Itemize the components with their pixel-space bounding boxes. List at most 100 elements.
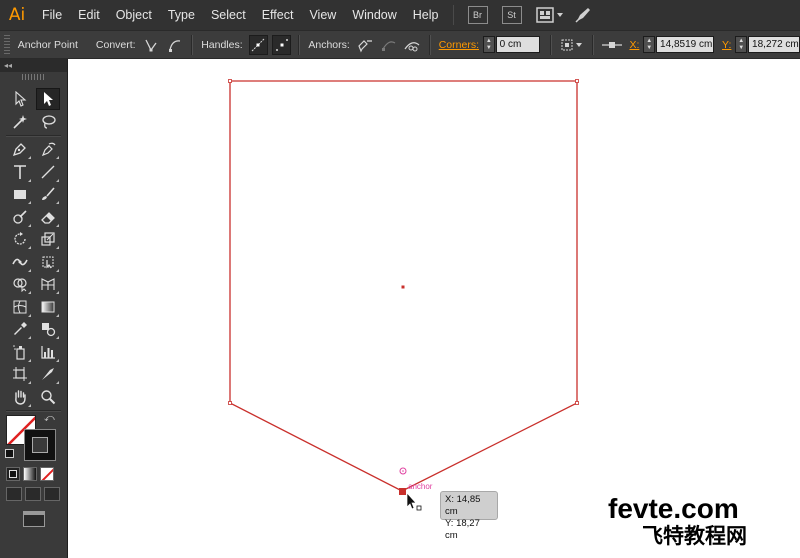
align-anchor-button[interactable] bbox=[600, 35, 623, 55]
tooltip-x: X: 14,85 cm bbox=[445, 494, 481, 517]
rotate-tool[interactable] bbox=[8, 228, 32, 250]
center-point bbox=[401, 285, 405, 289]
gradient-tool[interactable] bbox=[36, 296, 60, 318]
menu-edit[interactable]: Edit bbox=[70, 0, 108, 30]
mesh-icon bbox=[13, 300, 26, 313]
curvature-tool[interactable] bbox=[36, 138, 60, 160]
workspace-layout-button[interactable] bbox=[535, 7, 564, 23]
rocket-icon bbox=[574, 8, 590, 23]
menu-effect[interactable]: Effect bbox=[254, 0, 302, 30]
corners-label[interactable]: Corners: bbox=[435, 39, 483, 51]
eyedropper-tool[interactable] bbox=[8, 318, 32, 340]
swap-fill-stroke-icon[interactable]: ⤺ bbox=[44, 413, 55, 424]
tools-collapse-toggle[interactable]: ◂◂ bbox=[0, 59, 67, 72]
hide-handles-button[interactable] bbox=[272, 34, 292, 55]
corners-input[interactable]: 0 cm bbox=[495, 36, 541, 53]
app-logo: Ai bbox=[8, 5, 26, 25]
coordinate-tooltip: X: 14,85 cm Y: 18,27 cm bbox=[440, 491, 498, 541]
hide-handles-icon bbox=[275, 38, 288, 51]
color-button[interactable] bbox=[6, 467, 20, 481]
zoom-tool[interactable] bbox=[36, 386, 60, 408]
handles-label: Handles: bbox=[201, 38, 243, 51]
none-button[interactable] bbox=[40, 467, 54, 481]
stroke-swatch[interactable] bbox=[24, 429, 56, 461]
draw-inside-button[interactable] bbox=[44, 487, 60, 501]
draw-behind-button[interactable] bbox=[25, 487, 41, 501]
screen-mode-button[interactable] bbox=[22, 511, 45, 527]
x-input[interactable]: 14,8519 cm bbox=[656, 36, 715, 53]
artboard-tool[interactable] bbox=[8, 363, 32, 385]
show-handles-icon bbox=[251, 38, 265, 51]
x-stepper[interactable]: ▲ ▼ bbox=[643, 36, 656, 53]
watermark-latin: fevte.com bbox=[608, 493, 739, 524]
magic-wand-tool[interactable] bbox=[8, 111, 32, 133]
convert-to-corner-button[interactable] bbox=[142, 35, 161, 55]
tools-panel: ◂◂ ⤺ bbox=[0, 59, 68, 558]
eraser-icon bbox=[40, 211, 55, 224]
selection-arrow-icon bbox=[14, 91, 26, 107]
rectangle-tool[interactable] bbox=[8, 183, 32, 205]
selection-tool[interactable] bbox=[8, 88, 32, 110]
scale-icon bbox=[40, 232, 55, 246]
column-graph-tool[interactable] bbox=[36, 341, 60, 363]
anchor-point-bottom-selected[interactable] bbox=[399, 488, 406, 495]
width-tool[interactable] bbox=[8, 251, 32, 273]
menu-type[interactable]: Type bbox=[160, 0, 203, 30]
control-bar-grip[interactable] bbox=[4, 34, 10, 55]
menu-window[interactable]: Window bbox=[344, 0, 404, 30]
anchor-point-left[interactable] bbox=[228, 401, 232, 405]
anchor-point-top-right[interactable] bbox=[575, 79, 579, 83]
watermark-chinese: 飞特教程网 bbox=[642, 524, 747, 548]
remove-anchor-button[interactable] bbox=[356, 35, 375, 55]
select-similar-button[interactable] bbox=[558, 35, 585, 55]
shaper-tool[interactable] bbox=[8, 206, 32, 228]
type-tool[interactable] bbox=[8, 161, 32, 183]
eyedropper-icon bbox=[13, 322, 27, 335]
lasso-tool[interactable] bbox=[36, 111, 60, 133]
y-stepper[interactable]: ▲ ▼ bbox=[735, 36, 748, 53]
anchor-point-right[interactable] bbox=[575, 401, 579, 405]
menu-view[interactable]: View bbox=[301, 0, 344, 30]
cut-path-button[interactable] bbox=[402, 35, 421, 55]
hand-tool[interactable] bbox=[8, 386, 32, 408]
gradient-button[interactable] bbox=[23, 467, 37, 481]
artboard-canvas[interactable]: anchor bbox=[69, 59, 800, 558]
gpu-performance-button[interactable] bbox=[574, 6, 592, 24]
blend-tool[interactable] bbox=[36, 318, 60, 340]
eraser-tool[interactable] bbox=[36, 206, 60, 228]
free-transform-tool[interactable] bbox=[36, 251, 60, 273]
menu-object[interactable]: Object bbox=[108, 0, 160, 30]
symbol-sprayer-tool[interactable] bbox=[8, 341, 32, 363]
default-fill-stroke-icon[interactable] bbox=[5, 449, 14, 458]
stock-button[interactable]: St bbox=[501, 6, 522, 24]
menu-help[interactable]: Help bbox=[405, 0, 447, 30]
menu-select[interactable]: Select bbox=[203, 0, 254, 30]
free-transform-icon bbox=[42, 256, 53, 268]
anchor-point-icon bbox=[601, 41, 622, 48]
menu-file[interactable]: File bbox=[34, 0, 70, 30]
scale-tool[interactable] bbox=[36, 228, 60, 250]
shape-builder-icon bbox=[12, 278, 27, 292]
bridge-button[interactable]: Br bbox=[467, 6, 488, 24]
y-input[interactable]: 18,272 cm bbox=[748, 36, 800, 53]
connect-anchors-button[interactable] bbox=[379, 35, 398, 55]
direct-selection-tool[interactable] bbox=[35, 88, 60, 110]
mesh-tool[interactable] bbox=[8, 296, 32, 318]
y-label[interactable]: Y: bbox=[714, 39, 735, 51]
shape-path-svg[interactable] bbox=[69, 59, 800, 558]
pen-tool[interactable] bbox=[8, 138, 32, 160]
paintbrush-tool[interactable] bbox=[36, 183, 60, 205]
corners-stepper[interactable]: ▲ ▼ bbox=[482, 36, 495, 53]
slice-tool[interactable] bbox=[36, 363, 60, 385]
anchor-point-top-left[interactable] bbox=[228, 79, 232, 83]
line-segment-tool[interactable] bbox=[36, 161, 60, 183]
width-icon bbox=[11, 258, 28, 265]
convert-to-smooth-button[interactable] bbox=[165, 35, 184, 55]
perspective-grid-tool[interactable] bbox=[36, 273, 60, 295]
show-handles-button[interactable] bbox=[248, 34, 269, 55]
control-divider bbox=[191, 34, 193, 55]
up-arrow-icon: ▲ bbox=[738, 37, 745, 44]
x-label[interactable]: X: bbox=[625, 39, 643, 51]
shape-builder-tool[interactable] bbox=[8, 273, 32, 295]
draw-normal-button[interactable] bbox=[6, 487, 22, 501]
